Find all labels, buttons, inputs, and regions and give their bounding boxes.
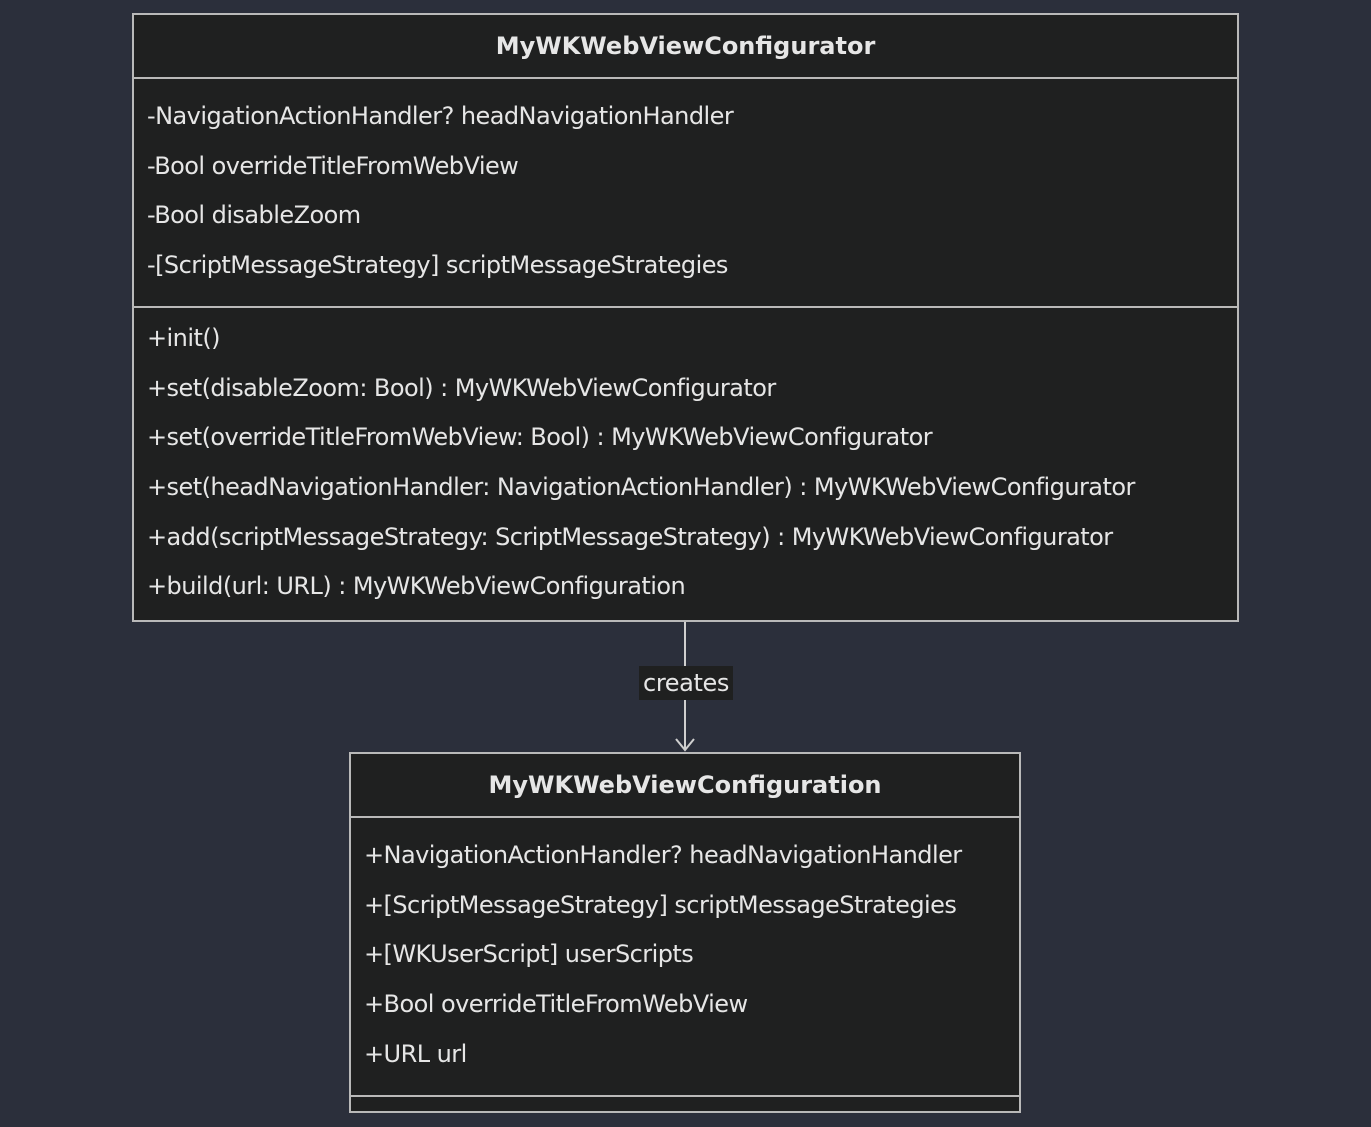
method: +add(scriptMessageStrategy: ScriptMessag…: [147, 522, 1113, 551]
class-name: MyWKWebViewConfiguration: [351, 754, 1019, 818]
attribute: +[WKUserScript] userScripts: [364, 940, 694, 969]
attribute: -NavigationActionHandler? headNavigation…: [147, 102, 734, 130]
class-box-configuration: MyWKWebViewConfiguration +NavigationActi…: [349, 752, 1021, 1113]
attribute: +NavigationActionHandler? headNavigation…: [364, 841, 962, 869]
class-name: MyWKWebViewConfigurator: [134, 15, 1237, 79]
method: +set(disableZoom: Bool) : MyWKWebViewCon…: [147, 373, 776, 402]
methods-compartment: [351, 1095, 1019, 1111]
attribute: +URL url: [364, 1039, 467, 1068]
attribute: -Bool overrideTitleFromWebView: [147, 151, 519, 180]
attribute: +[ScriptMessageStrategy] scriptMessageSt…: [364, 890, 957, 919]
relation-label: creates: [639, 666, 733, 700]
method: +set(headNavigationHandler: NavigationAc…: [147, 473, 1135, 502]
method: +build(url: URL) : MyWKWebViewConfigurat…: [147, 572, 686, 601]
method: +set(overrideTitleFromWebView: Bool) : M…: [147, 423, 933, 452]
class-box-configurator: MyWKWebViewConfigurator -NavigationActio…: [132, 13, 1239, 622]
attribute: +Bool overrideTitleFromWebView: [364, 990, 748, 1019]
attribute: -[ScriptMessageStrategy] scriptMessageSt…: [147, 251, 728, 280]
methods-compartment: +init() +set(disableZoom: Bool) : MyWKWe…: [134, 306, 1237, 622]
attributes-compartment: -NavigationActionHandler? headNavigation…: [134, 79, 1237, 306]
attribute: -Bool disableZoom: [147, 201, 361, 230]
method: +init(): [147, 324, 221, 352]
attributes-compartment: +NavigationActionHandler? headNavigation…: [351, 818, 1019, 1095]
